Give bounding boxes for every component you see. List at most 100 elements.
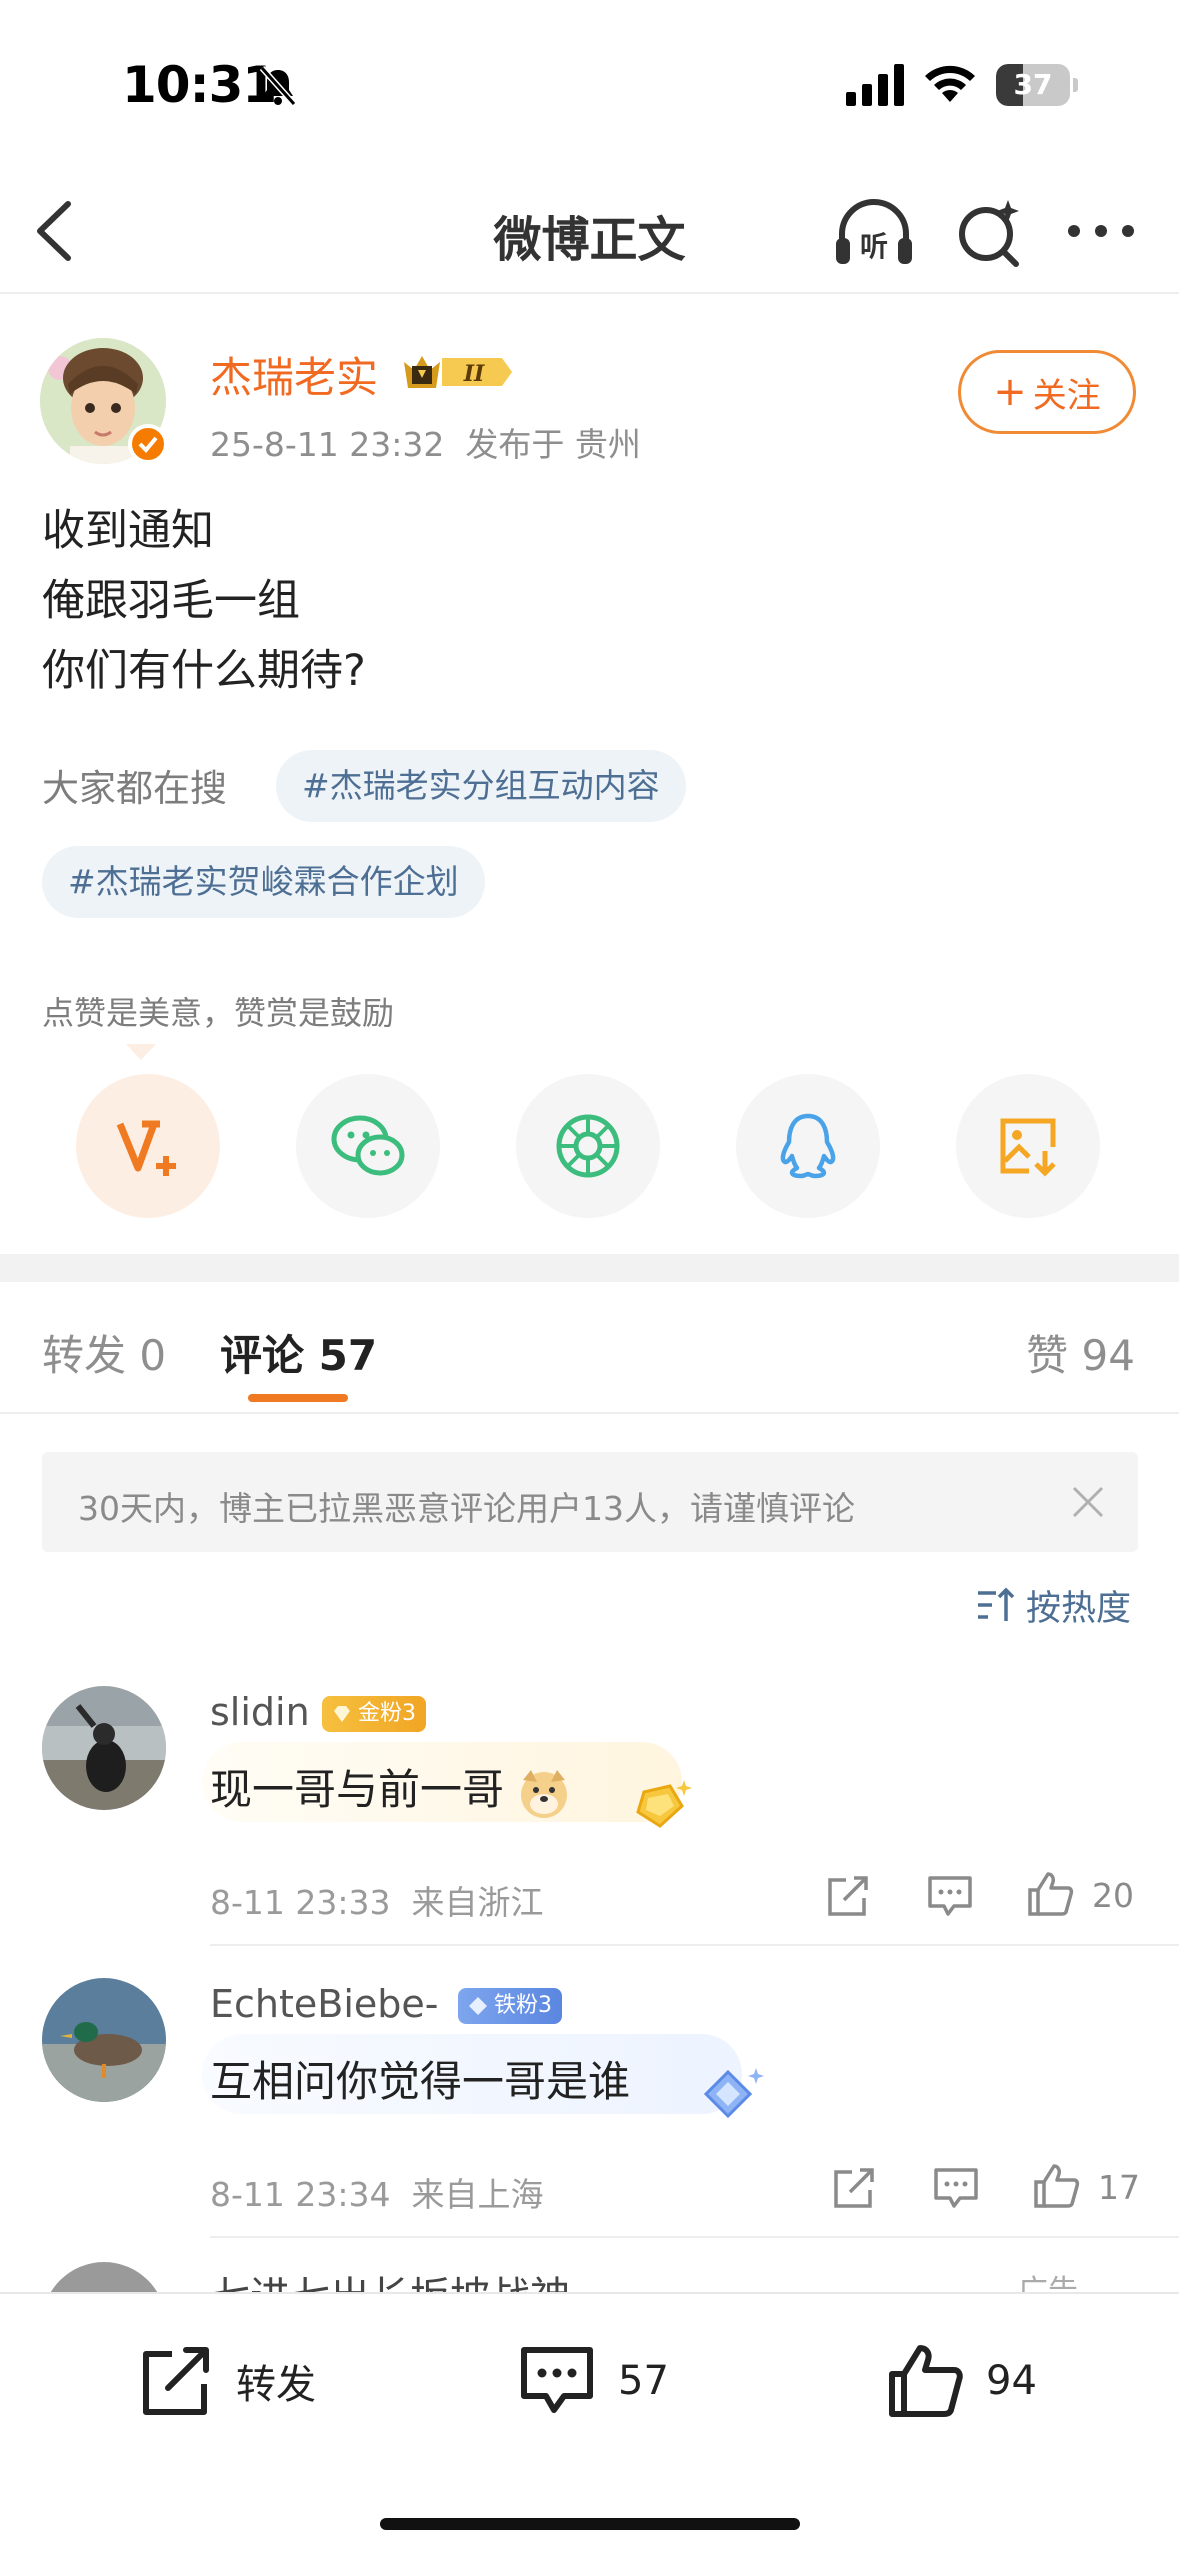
topic-chip[interactable]: #杰瑞老实分组互动内容	[276, 750, 686, 822]
fan-badge-label: 铁粉3	[494, 1993, 552, 2018]
comment-count: 57	[618, 2358, 669, 2404]
repost-comment-icon[interactable]	[830, 2164, 878, 2212]
reward-v-plus-icon	[116, 1120, 176, 1176]
comment-like-count: 17	[1098, 2168, 1140, 2207]
listen-button[interactable]: 听	[832, 194, 916, 270]
trending-search-label: 大家都在搜	[42, 767, 227, 810]
comment-like-count: 20	[1092, 1876, 1134, 1915]
like-button[interactable]: 94	[884, 2336, 1037, 2426]
reward-hint: 点赞是美意，赞赏是鼓励	[42, 994, 395, 1032]
comment-button[interactable]: 57	[516, 2336, 669, 2426]
commenter-name[interactable]: EchteBiebe-	[210, 1982, 438, 2026]
like-thumb-icon	[889, 2345, 963, 2417]
tab-likes[interactable]: 赞 94	[1026, 1322, 1135, 1383]
author-name[interactable]: 杰瑞老实	[210, 344, 378, 405]
commenter-avatar[interactable]	[42, 1686, 166, 1810]
share-moments-button[interactable]	[516, 1074, 660, 1218]
post-line: 你们有什么期待?	[42, 646, 366, 696]
ad-label-text: 广告	[1018, 2274, 1078, 2294]
post-line: 俺跟羽毛一组	[42, 576, 300, 626]
comment-icon	[521, 2347, 593, 2413]
listen-label: 听	[860, 230, 888, 263]
commenter-avatar[interactable]	[42, 2262, 166, 2294]
ad-title[interactable]: 七进七出长坂坡战神	[210, 2264, 570, 2294]
moments-icon	[556, 1114, 620, 1178]
sort-by-hot-button[interactable]: 按热度	[976, 1580, 1131, 1630]
comment-text-content: 现一哥与前一哥	[210, 1765, 505, 1814]
like-count: 94	[986, 2358, 1037, 2404]
interaction-tabs: 转发 0 评论 57 赞 94	[0, 1282, 1179, 1414]
follow-button[interactable]: + 关注	[958, 350, 1136, 434]
repost-comment-icon[interactable]	[824, 1872, 872, 1920]
fan-level-badge: 铁粉3	[458, 1988, 562, 2024]
comment-location: 来自上海	[411, 2175, 544, 2214]
bell-muted-icon	[259, 66, 297, 106]
qq-icon	[780, 1113, 836, 1179]
blue-gem-decoration-icon	[703, 2068, 764, 2119]
more-options-icon[interactable]	[1064, 206, 1138, 256]
repost-icon	[143, 2347, 209, 2415]
tab-label: 赞	[1026, 1331, 1069, 1380]
reply-comment-icon[interactable]	[932, 2164, 980, 2212]
post-body: 收到通知 俺跟羽毛一组 你们有什么期待?	[42, 496, 366, 706]
reply-comment-icon[interactable]	[926, 1872, 974, 1920]
tab-count: 57	[318, 1331, 378, 1380]
repost-button[interactable]: 转发	[134, 2336, 316, 2426]
reward-button[interactable]	[76, 1074, 220, 1218]
comment-text: 互相问你觉得一哥是谁	[210, 2057, 631, 2106]
tab-comments[interactable]: 评论 57	[220, 1322, 377, 1383]
save-image-button[interactable]	[956, 1074, 1100, 1218]
close-icon[interactable]	[1068, 1482, 1108, 1522]
member-crown-badge[interactable]: II	[398, 348, 516, 396]
share-qq-button[interactable]	[736, 1074, 880, 1218]
comment-divider	[210, 2236, 1179, 2238]
verified-badge-icon	[128, 424, 168, 464]
bottom-action-bar: 转发 57 94	[0, 2292, 1179, 2556]
active-tab-indicator	[248, 1394, 348, 1402]
tab-count: 94	[1081, 1331, 1135, 1380]
pointer-caret-icon	[126, 1044, 156, 1060]
home-indicator[interactable]	[380, 2518, 800, 2530]
like-thumb-icon[interactable]	[1032, 2162, 1080, 2210]
save-image-icon	[1000, 1118, 1056, 1177]
comment-location: 来自浙江	[411, 1883, 544, 1922]
wechat-icon	[331, 1115, 405, 1176]
comment-time: 8-11 23:34	[210, 2175, 391, 2214]
ad-label[interactable]: 广告 ⌄	[1018, 2266, 1113, 2294]
headphones-icon: 听	[836, 199, 912, 264]
section-divider	[0, 1254, 1179, 1282]
nav-bar: 微博正文 听	[0, 170, 1179, 294]
post-location: 发布于 贵州	[465, 425, 641, 464]
tab-reposts[interactable]: 转发 0	[42, 1322, 166, 1383]
level-badge-text: II	[463, 361, 485, 387]
cellular-signal-icon	[846, 64, 904, 106]
comment-time: 8-11 23:33	[210, 1883, 391, 1922]
tab-label: 评论	[220, 1331, 305, 1380]
search-sparkle-icon[interactable]	[954, 194, 1024, 270]
comment-text: 现一哥与前一哥	[210, 1756, 571, 1820]
sort-icon	[978, 1587, 1015, 1621]
battery-indicator: 37	[996, 64, 1078, 106]
post-line: 收到通知	[42, 506, 214, 556]
tab-label: 转发	[42, 1331, 127, 1380]
comment-notice: 30天内，博主已拉黑恶意评论用户13人，请谨慎评论	[42, 1452, 1138, 1552]
like-thumb-icon[interactable]	[1026, 1870, 1074, 1918]
share-wechat-button[interactable]	[296, 1074, 440, 1218]
ad-row-partial: 七进七出长坂坡战神 广告 ⌄	[0, 2254, 1179, 2294]
comment-meta: 8-11 23:33 来自浙江	[210, 1876, 543, 1924]
doge-emoji-icon	[521, 1769, 568, 1818]
commenter-avatar[interactable]	[42, 1978, 166, 2102]
topic-chip[interactable]: #杰瑞老实贺峻霖合作企划	[42, 846, 485, 918]
status-time: 10:31	[122, 56, 277, 114]
gem-icon	[334, 1706, 350, 1722]
battery-percent: 37	[1013, 68, 1053, 101]
commenter-name[interactable]: slidin	[210, 1690, 310, 1734]
plus-icon: +	[993, 369, 1027, 415]
status-bar: 10:31 37	[0, 0, 1179, 170]
post-meta: 25-8-11 23:32 发布于 贵州	[210, 418, 641, 466]
follow-label: 关注	[1032, 375, 1101, 416]
sort-label: 按热度	[1026, 1588, 1132, 1629]
fan-badge-label: 金粉3	[358, 1701, 416, 1726]
repost-label: 转发	[236, 2362, 316, 2408]
gold-gem-decoration-icon	[636, 1780, 692, 1828]
